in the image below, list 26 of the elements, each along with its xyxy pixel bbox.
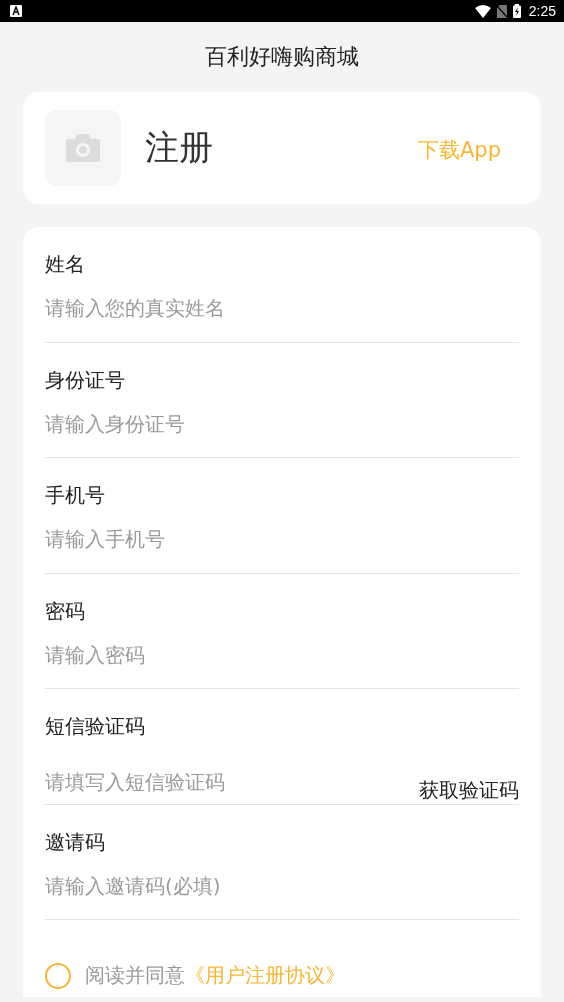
field-label: 手机号	[45, 482, 106, 509]
page-title: 百利好嗨购商城	[205, 43, 359, 71]
input-field[interactable]: 请输入您的真实姓名	[45, 293, 519, 323]
agree-checkbox[interactable]	[45, 962, 71, 989]
field-label: 姓名	[45, 251, 86, 278]
input-field[interactable]: 请输入密码	[45, 639, 519, 670]
clock-time: 2:25	[528, 3, 556, 19]
wifi-icon	[474, 4, 491, 18]
agree-text: 阅读并同意	[85, 962, 185, 989]
field-label: 身份证号	[45, 366, 126, 394]
get-code-button[interactable]: 获取验证码	[419, 777, 519, 804]
camera-icon	[66, 134, 100, 162]
no-sim-icon	[496, 4, 507, 18]
battery-icon	[512, 4, 521, 18]
agreement-link[interactable]: 《用户注册协议》	[185, 962, 345, 989]
input-field[interactable]: 请输入邀请码(必填)	[45, 870, 519, 901]
avatar-upload[interactable]	[45, 110, 121, 186]
download-app-link[interactable]: 下载App	[417, 136, 501, 164]
register-title: 注册	[145, 126, 214, 169]
input-field[interactable]: 请填写入短信验证码	[45, 767, 419, 797]
field-label: 邀请码	[45, 828, 106, 856]
input-field[interactable]: 请输入身份证号	[45, 408, 519, 439]
input-field[interactable]: 请输入手机号	[45, 524, 519, 554]
field-label: 短信验证码	[45, 713, 146, 740]
field-label: 密码	[45, 597, 86, 625]
notification-icon	[10, 5, 22, 17]
